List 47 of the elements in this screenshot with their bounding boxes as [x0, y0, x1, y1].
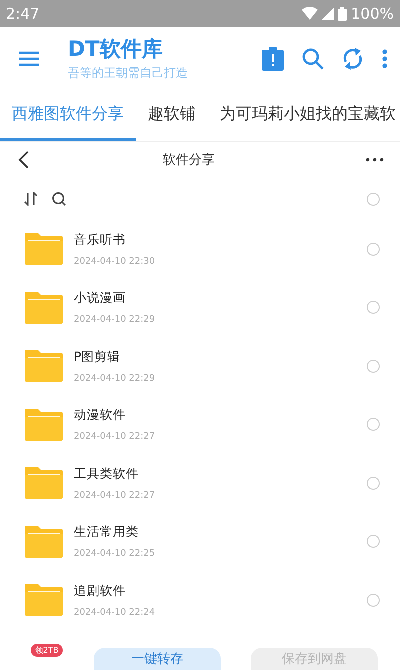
folder-title: 软件分享: [163, 152, 215, 169]
select-all-radio[interactable]: [367, 192, 380, 206]
folder-date: 2024-04-10 22:30: [74, 256, 156, 267]
folder-icon: [25, 292, 63, 324]
battery-icon: [338, 6, 348, 20]
folder-name[interactable]: 小说漫画: [74, 290, 156, 308]
app-title: DT软件库: [68, 36, 164, 63]
folder-name[interactable]: P图剪辑: [74, 348, 156, 366]
battery-percent: 100%: [351, 4, 394, 22]
clipboard-alert-icon[interactable]: [262, 46, 284, 70]
app-subtitle: 吾等的王朝需自己打造: [68, 65, 189, 82]
folder-name[interactable]: 动漫软件: [74, 407, 156, 424]
select-radio[interactable]: [367, 594, 380, 607]
folder-date: 2024-04-10 22:25: [74, 549, 156, 560]
refresh-icon[interactable]: [342, 46, 364, 70]
folder-name[interactable]: 工具类软件: [74, 466, 156, 483]
wifi-icon: [302, 7, 318, 20]
sort-icon[interactable]: [24, 192, 38, 206]
select-radio[interactable]: [367, 535, 380, 548]
folder-name[interactable]: 音乐听书: [74, 232, 156, 249]
folder-icon: [25, 584, 63, 616]
select-radio[interactable]: [367, 476, 380, 490]
tab[interactable]: 趣软铺: [136, 90, 208, 141]
folder-icon: [25, 467, 63, 500]
more-icon[interactable]: [366, 158, 384, 162]
signal-icon: [322, 8, 334, 20]
folder-date: 2024-04-10 22:29: [74, 374, 156, 384]
tab[interactable]: 为可玛莉小姐找的宝藏软: [208, 90, 400, 141]
promo-badge[interactable]: 领2TB: [31, 644, 63, 657]
folder-icon: [25, 233, 63, 266]
search-icon[interactable]: [52, 192, 67, 206]
select-radio[interactable]: [367, 301, 380, 314]
folder-date: 2024-04-10 22:27: [74, 432, 156, 442]
menu-icon[interactable]: [18, 50, 40, 66]
folder-name[interactable]: 生活常用类: [74, 524, 156, 542]
select-radio[interactable]: [367, 242, 380, 256]
status-time: 2:47: [6, 4, 40, 22]
folder-icon: [25, 526, 63, 558]
select-radio[interactable]: [367, 418, 380, 432]
folder-icon: [25, 408, 63, 441]
folder-date: 2024-04-10 22:29: [74, 315, 156, 326]
select-radio[interactable]: [367, 360, 380, 373]
folder-icon: [25, 350, 63, 382]
back-icon[interactable]: [18, 151, 30, 169]
folder-date: 2024-04-10 22:24: [74, 608, 156, 618]
folder-name[interactable]: 追剧软件: [74, 582, 156, 600]
folder-date: 2024-04-10 22:27: [74, 490, 156, 501]
